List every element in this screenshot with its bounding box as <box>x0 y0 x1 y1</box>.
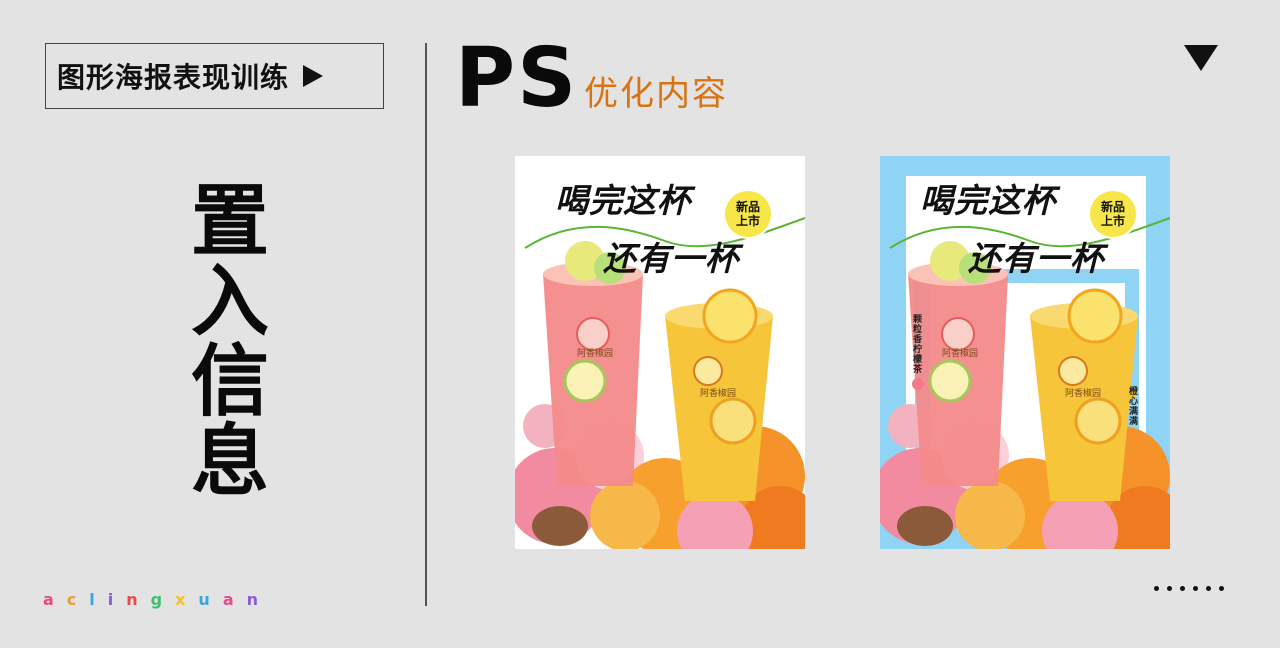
side-text-right: 橙心满满 <box>1127 386 1137 426</box>
new-badge-line1: 新品 <box>735 200 760 214</box>
brand-letter: l <box>89 590 108 609</box>
cup-brand-right: 阿香椒园 <box>1065 389 1102 399</box>
new-badge-line2: 上市 <box>735 214 760 228</box>
vertical-title-char: 息 <box>190 417 269 507</box>
vertical-title-char: 置 <box>190 177 269 267</box>
brand-letter: x <box>175 590 199 609</box>
play-arrow-icon <box>303 65 324 87</box>
cup-brand-left: 阿香椒园 <box>577 349 614 359</box>
training-tag[interactable]: 图形海报表现训练 <box>45 43 384 109</box>
brand-letter: n <box>246 590 271 609</box>
page-subtitle: 优化内容 <box>584 74 728 114</box>
dropdown-triangle-icon[interactable] <box>1184 45 1218 71</box>
vertical-title: 置 入 信 息 <box>185 182 275 502</box>
new-badge-line1: 新品 <box>1100 200 1125 214</box>
cup-brand-right: 阿香椒园 <box>700 389 737 399</box>
side-text-left: 颗粒香柠檬茶 <box>911 314 921 374</box>
vertical-title-char: 信 <box>190 337 269 427</box>
poster-headline-line1: 喝完这杯 <box>555 181 691 220</box>
cup-brand-left: 阿香椒园 <box>942 349 979 359</box>
page-title: PS <box>455 31 579 126</box>
poster-headline-line2: 还有一杯 <box>603 239 739 278</box>
poster-headline-line1: 喝完这杯 <box>920 181 1056 220</box>
vertical-title-char: 入 <box>190 257 269 347</box>
new-badge: 新品 上市 <box>725 191 771 237</box>
brand-signature: aclingxuan <box>43 590 271 609</box>
poster-headline-line2: 还有一杯 <box>968 239 1104 278</box>
brand-letter: c <box>66 590 90 609</box>
poster-before: 喝完这杯 还有一杯 新品 上市 阿香椒园 阿香椒园 <box>515 156 805 549</box>
brand-letter: g <box>150 590 176 609</box>
brand-letter: u <box>198 590 223 609</box>
new-badge: 新品 上市 <box>1090 191 1136 237</box>
brand-letter: i <box>107 590 127 609</box>
brand-letter: a <box>222 590 247 609</box>
training-tag-label: 图形海报表现训练 <box>57 61 290 94</box>
brand-letter: n <box>126 590 151 609</box>
poster-after: 喝完这杯 还有一杯 新品 上市 颗粒香柠檬茶 橙心满满 阿香椒园 阿香椒园 <box>880 156 1170 549</box>
brand-letter: a <box>43 590 67 609</box>
new-badge-line2: 上市 <box>1100 214 1125 228</box>
more-dots-icon[interactable] <box>1154 586 1224 591</box>
vertical-divider <box>425 43 427 606</box>
